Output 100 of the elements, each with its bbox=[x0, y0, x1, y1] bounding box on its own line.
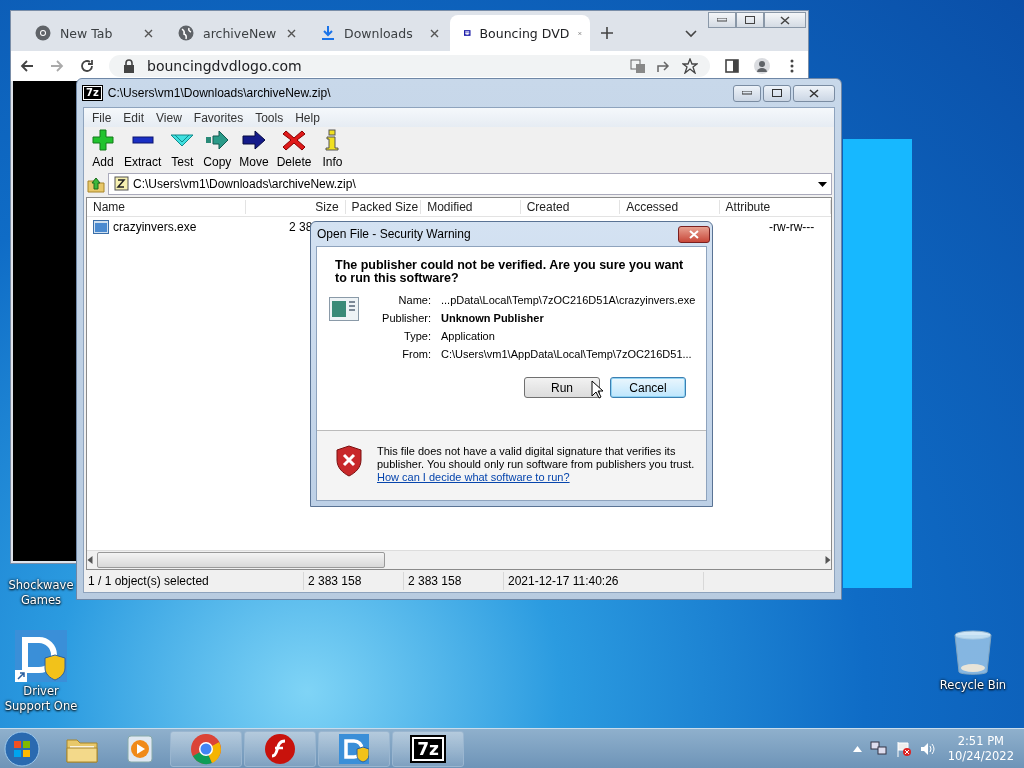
scroll-left-icon[interactable] bbox=[87, 556, 93, 564]
column-header[interactable]: Size bbox=[246, 200, 346, 214]
maximize-icon bbox=[772, 89, 782, 97]
dropdown-icon[interactable] bbox=[818, 181, 827, 187]
maximize-button[interactable] bbox=[763, 84, 791, 102]
close-button[interactable] bbox=[793, 84, 835, 102]
field-value: Application bbox=[441, 330, 496, 342]
file-icon bbox=[93, 220, 109, 234]
minimize-icon bbox=[717, 18, 727, 22]
close-icon bbox=[809, 88, 819, 98]
horizontal-scrollbar[interactable] bbox=[87, 550, 831, 569]
dialog-title: Open File - Security Warning bbox=[317, 227, 472, 241]
address-bar[interactable]: bouncingdvdlogo.com bbox=[109, 55, 710, 77]
flag-icon[interactable] bbox=[895, 740, 912, 757]
network-icon[interactable] bbox=[869, 740, 888, 757]
toolbar-button[interactable]: Delete bbox=[272, 129, 316, 173]
close-button[interactable] bbox=[764, 12, 806, 28]
scroll-right-icon[interactable] bbox=[825, 556, 831, 564]
close-icon bbox=[780, 15, 790, 25]
download-icon bbox=[321, 25, 335, 41]
field-label: Name: bbox=[397, 294, 431, 306]
plus-icon bbox=[90, 129, 116, 151]
close-icon bbox=[689, 229, 699, 239]
start-button[interactable] bbox=[4, 730, 40, 767]
arrow-icon bbox=[241, 129, 268, 151]
browser-tab[interactable]: Bouncing DVD bbox=[450, 15, 590, 51]
reload-icon[interactable] bbox=[79, 58, 95, 74]
menu-item[interactable]: Help bbox=[289, 110, 326, 125]
status-text: 2021-12-17 11:40:26 bbox=[504, 572, 704, 590]
maximize-button[interactable] bbox=[736, 12, 764, 28]
shield-icon bbox=[335, 445, 363, 477]
back-icon[interactable] bbox=[19, 58, 35, 74]
help-link[interactable]: How can I decide what software to run? bbox=[377, 471, 570, 484]
dialog-button[interactable]: Run bbox=[524, 377, 600, 398]
chrome-icon bbox=[35, 25, 51, 41]
field-value: C:\Users\vm1\AppData\Local\Temp\7zOC216D51... bbox=[441, 348, 693, 360]
browser-tab[interactable]: Downloads bbox=[307, 15, 447, 51]
menu-item[interactable]: Edit bbox=[117, 110, 151, 125]
menu-item[interactable]: Tools bbox=[249, 110, 290, 125]
toolbar-button[interactable]: Add bbox=[86, 129, 120, 173]
column-header[interactable]: Packed Size bbox=[345, 200, 422, 214]
browser-tab[interactable]: archiveNew bbox=[164, 15, 304, 51]
translate-icon[interactable] bbox=[630, 58, 646, 74]
plus-icon[interactable] bbox=[599, 25, 615, 41]
minimize-icon bbox=[742, 91, 752, 95]
chrome-icon[interactable] bbox=[190, 732, 222, 765]
toolbar-button[interactable]: Test bbox=[165, 129, 200, 173]
maximize-icon bbox=[745, 16, 755, 24]
column-header[interactable]: Accessed bbox=[620, 200, 720, 214]
close-button[interactable] bbox=[678, 225, 710, 243]
toolbar-button[interactable]: Move bbox=[235, 129, 273, 173]
side-panel-icon[interactable] bbox=[724, 58, 740, 74]
avatar-icon[interactable] bbox=[754, 58, 770, 74]
menu-item[interactable]: View bbox=[150, 110, 188, 125]
show-hidden-icon[interactable] bbox=[852, 745, 862, 752]
field-label: Publisher: bbox=[381, 312, 431, 324]
path-field[interactable]: C:\Users\vm1\Downloads\archiveNew.zip\ bbox=[108, 173, 832, 195]
driver-icon bbox=[15, 630, 67, 682]
driver-icon[interactable] bbox=[339, 733, 369, 764]
cursor-icon bbox=[591, 380, 603, 399]
status-text: 1 / 1 object(s) selected bbox=[84, 572, 304, 590]
app-logo[interactable]: 7z bbox=[412, 736, 444, 761]
icon-label[interactable]: Recycle Bin bbox=[939, 678, 1007, 693]
close-icon[interactable] bbox=[287, 28, 296, 38]
column-header[interactable]: Name bbox=[87, 200, 247, 214]
arrow-icon bbox=[204, 129, 231, 151]
share-icon[interactable] bbox=[656, 58, 672, 74]
app-logo: 7z bbox=[83, 86, 102, 100]
window-title: C:\Users\vm1\Downloads\archiveNew.zip\ bbox=[107, 86, 332, 100]
application-icon bbox=[329, 297, 359, 321]
flash-icon[interactable] bbox=[264, 732, 296, 765]
field-label: Type: bbox=[403, 330, 431, 342]
lock-icon[interactable] bbox=[121, 58, 137, 74]
column-header[interactable]: Attribute bbox=[719, 200, 831, 214]
field-label: From: bbox=[401, 348, 431, 360]
toolbar-button[interactable]: Info bbox=[315, 129, 350, 173]
menu-item[interactable]: Favorites bbox=[187, 110, 250, 125]
close-icon[interactable] bbox=[430, 28, 439, 38]
dialog-button[interactable]: Cancel bbox=[610, 377, 686, 398]
star-icon[interactable] bbox=[682, 58, 698, 74]
archive-icon bbox=[113, 176, 129, 192]
toolbar-button[interactable]: Copy bbox=[199, 129, 236, 173]
up-folder-icon[interactable] bbox=[87, 175, 105, 193]
status-text: 2 383 158 bbox=[304, 572, 404, 590]
field-value: Unknown Publisher bbox=[441, 312, 545, 324]
close-icon[interactable] bbox=[144, 28, 153, 38]
x-icon bbox=[281, 129, 308, 151]
dialog-heading: The publisher could not be verified. Are you sure you want to run this software? bbox=[334, 259, 685, 285]
column-header[interactable]: Created bbox=[520, 200, 621, 214]
table-cell-text: -rw-rw--- bbox=[769, 220, 816, 234]
browser-tab[interactable]: New Tab bbox=[21, 15, 161, 51]
trash-icon bbox=[953, 630, 993, 676]
field-value: ...pData\Local\Temp\7zOC216D51A\crazyinvers.exe bbox=[441, 294, 696, 306]
menu-item[interactable]: File bbox=[86, 110, 118, 125]
toolbar-button[interactable]: Extract bbox=[120, 129, 166, 173]
globe-icon bbox=[178, 25, 194, 41]
play-icon[interactable] bbox=[127, 734, 153, 763]
warning-text: This file does not have a valid digital signature that verifies its publisher. You should only run software from publishers you trust. bbox=[377, 445, 695, 470]
file-name[interactable]: crazyinvers.exe bbox=[113, 220, 197, 234]
column-header[interactable]: Modified bbox=[421, 200, 521, 214]
